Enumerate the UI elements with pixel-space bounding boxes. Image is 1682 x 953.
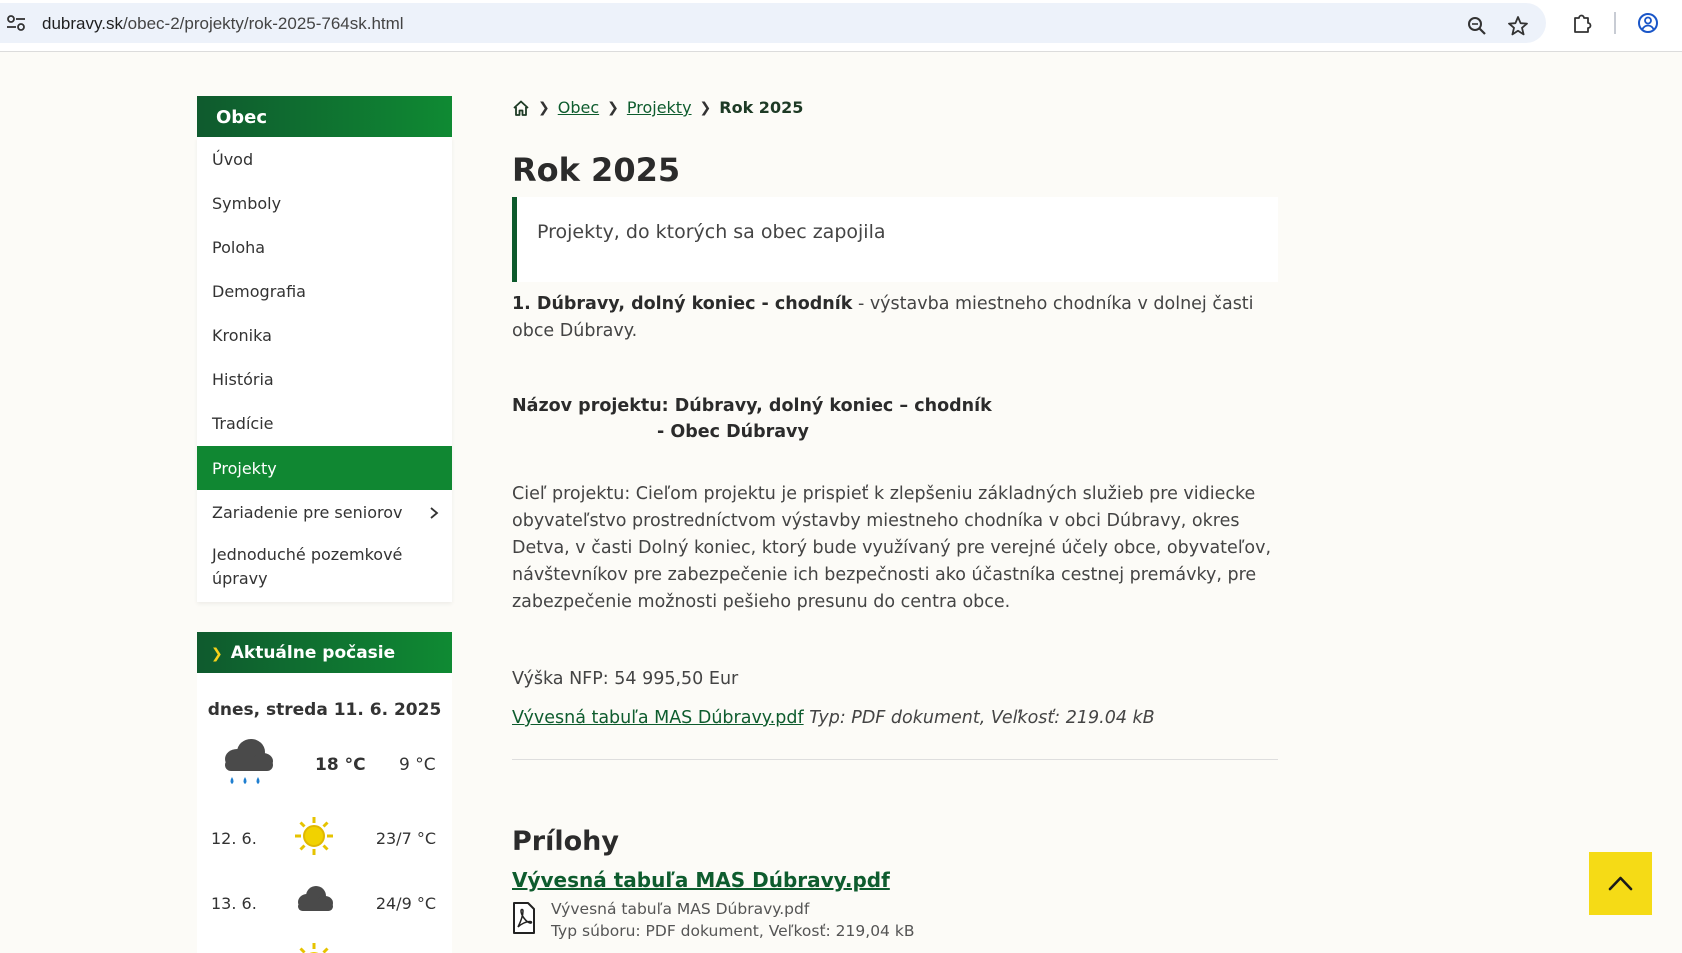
project-intro-title: 1. Dúbravy, dolný koniec - chodník xyxy=(512,294,853,314)
sun-icon xyxy=(295,817,333,855)
attachments-heading: Prílohy xyxy=(512,826,619,857)
bookmark-star-icon[interactable] xyxy=(1507,15,1529,37)
sidebar-item-demografia[interactable]: Demografia xyxy=(197,269,452,313)
attachment-link[interactable]: Vývesná tabuľa MAS Dúbravy.pdf xyxy=(512,868,890,892)
rain-cloud-icon xyxy=(225,739,273,784)
sidebar-item-historia[interactable]: História xyxy=(197,357,452,401)
breadcrumb-link-obec[interactable]: Obec xyxy=(558,98,599,117)
breadcrumb-current: Rok 2025 xyxy=(719,98,804,117)
address-bar[interactable]: dubravy.sk/obec-2/projekty/rok-2025-764s… xyxy=(0,3,1546,43)
toolbar-separator xyxy=(1614,12,1616,34)
project-nfp: Výška NFP: 54 995,50 Eur xyxy=(512,669,739,689)
attachment-name: Vývesná tabuľa MAS Dúbravy.pdf xyxy=(551,900,810,918)
home-icon[interactable] xyxy=(512,99,530,117)
chevron-up-icon xyxy=(1608,876,1633,891)
sidebar-nav: Úvod Symboly Poloha Demografia Kronika H… xyxy=(197,137,452,602)
extensions-icon[interactable] xyxy=(1571,12,1593,34)
weather-heading[interactable]: ❯ Aktuálne počasie xyxy=(197,632,452,673)
sidebar-item-tradicie[interactable]: Tradície xyxy=(197,401,452,445)
sidebar-item-label: Zariadenie pre seniorov xyxy=(212,503,403,522)
chevron-right-icon: ❯ xyxy=(211,646,223,662)
sidebar-item-zariadenie-pre-seniorov[interactable]: Zariadenie pre seniorov xyxy=(197,490,452,534)
cloud-icon xyxy=(298,886,333,911)
sidebar-item-kronika[interactable]: Kronika xyxy=(197,313,452,357)
weather-today-high: 18 °C xyxy=(315,755,366,775)
breadcrumb-separator: ❯ xyxy=(699,99,712,116)
forecast-temp: 24/9 °C xyxy=(375,894,436,913)
sidebar-item-projekty[interactable]: Projekty xyxy=(197,446,452,490)
attachment-meta: Typ súboru: PDF dokument, Veľkosť: 219,0… xyxy=(551,922,915,940)
sidebar-item-uvod[interactable]: Úvod xyxy=(197,137,452,181)
lead-quote: Projekty, do ktorých sa obec zapojila xyxy=(512,197,1278,282)
back-to-top-button[interactable] xyxy=(1589,852,1652,915)
forecast-day: 13. 6. xyxy=(211,894,257,913)
file-info: Typ: PDF dokument, Veľkosť: 219.04 kB xyxy=(809,708,1155,728)
forecast-temp: 23/7 °C xyxy=(375,829,436,848)
breadcrumb-separator: ❯ xyxy=(538,99,550,116)
chevron-right-icon[interactable] xyxy=(429,506,439,520)
project-intro: 1. Dúbravy, dolný koniec - chodník - výs… xyxy=(512,294,1254,341)
sidebar-item-jednoduche-pozemkove-upravy[interactable]: Jednoduché pozemkové úpravy xyxy=(197,534,427,594)
page-title: Rok 2025 xyxy=(512,151,681,189)
breadcrumb: ❯ Obec ❯ Projekty ❯ Rok 2025 xyxy=(512,98,803,117)
project-name-line1: Názov projektu: Dúbravy, dolný koniec – … xyxy=(512,396,992,416)
file-download-link[interactable]: Vývesná tabuľa MAS Dúbravy.pdf xyxy=(512,708,804,728)
weather-today-date: dnes, streda 11. 6. 2025 xyxy=(207,700,442,720)
sun-icon xyxy=(299,943,329,953)
weather-today-low: 9 °C xyxy=(399,755,436,775)
pdf-file-icon xyxy=(513,902,535,934)
sidebar-heading: Obec xyxy=(197,96,452,137)
project-goal: Cieľ projektu: Cieľom projektu je prispi… xyxy=(512,484,1272,612)
section-divider xyxy=(512,759,1278,760)
breadcrumb-link-projekty[interactable]: Projekty xyxy=(627,98,692,117)
file-line: Vývesná tabuľa MAS Dúbravy.pdf Typ: PDF … xyxy=(512,705,1282,732)
forecast-day: 12. 6. xyxy=(211,829,257,848)
sidebar-item-symboly[interactable]: Symboly xyxy=(197,181,452,225)
weather-widget: dnes, streda 11. 6. 2025 18 °C 9 °C 12. … xyxy=(197,673,452,953)
breadcrumb-separator: ❯ xyxy=(607,99,619,116)
project-name-line2: - Obec Dúbravy xyxy=(657,422,809,442)
browser-toolbar: dubravy.sk/obec-2/projekty/rok-2025-764s… xyxy=(0,0,1682,52)
zoom-icon[interactable] xyxy=(1466,15,1488,37)
site-settings-icon[interactable] xyxy=(6,15,26,31)
sidebar-item-poloha[interactable]: Poloha xyxy=(197,225,452,269)
profile-icon[interactable] xyxy=(1637,12,1659,34)
url-text[interactable]: dubravy.sk/obec-2/projekty/rok-2025-764s… xyxy=(42,14,404,34)
